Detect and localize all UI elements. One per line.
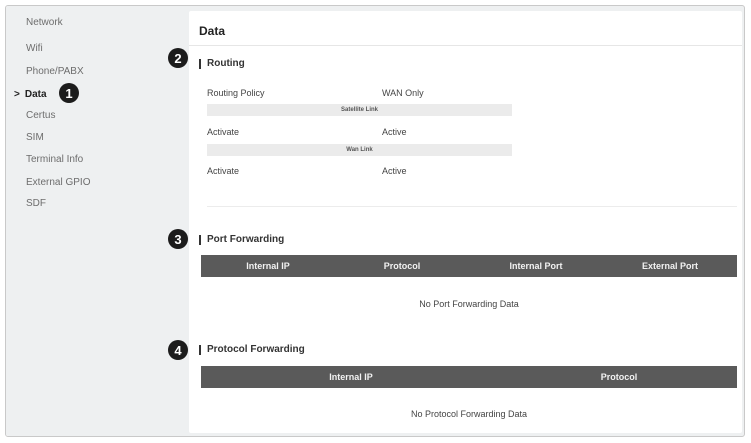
sidebar-item-sdf[interactable]: SDF bbox=[26, 198, 46, 209]
sidebar-item-sim[interactable]: SIM bbox=[26, 132, 44, 143]
routing-policy-label: Routing Policy bbox=[207, 88, 265, 98]
protocol-forwarding-section-title: Protocol Forwarding bbox=[199, 345, 305, 355]
sidebar-item-wifi[interactable]: Wifi bbox=[26, 43, 43, 54]
page-title: Data bbox=[199, 24, 226, 38]
callout-badge-1: 1 bbox=[59, 83, 79, 103]
satellite-activate-label: Activate bbox=[207, 127, 240, 137]
routing-divider bbox=[207, 206, 737, 207]
column-header-internal-port[interactable]: Internal Port bbox=[469, 255, 603, 277]
protocol-forwarding-table-header: Internal IP Protocol bbox=[201, 366, 737, 388]
sidebar-item-label: Phone/PABX bbox=[26, 66, 84, 77]
sidebar-item-terminal-info[interactable]: Terminal Info bbox=[26, 154, 83, 165]
protocol-forwarding-empty-message: No Protocol Forwarding Data bbox=[410, 409, 528, 419]
sidebar-item-label: Terminal Info bbox=[26, 154, 84, 165]
callout-badge-3: 3 bbox=[168, 229, 188, 249]
main-panel: Data Routing Routing Policy WAN Only Sat… bbox=[189, 11, 742, 433]
port-forwarding-table-header: Internal IP Protocol Internal Port Exter… bbox=[201, 255, 737, 277]
wan-activate-value: Active bbox=[382, 166, 407, 176]
app-frame: Network Wifi Phone/PABX > Data Certus SIM… bbox=[5, 5, 745, 437]
column-header-protocol[interactable]: Protocol bbox=[335, 255, 469, 277]
sidebar: Network Wifi Phone/PABX > Data Certus SIM… bbox=[6, 6, 186, 436]
sidebar-item-label: SDF bbox=[26, 198, 46, 209]
port-forwarding-section-title: Port Forwarding bbox=[199, 235, 284, 245]
sidebar-item-label: SIM bbox=[26, 132, 44, 143]
sidebar-item-data[interactable]: > Data bbox=[14, 89, 47, 100]
sidebar-item-network[interactable]: Network bbox=[26, 17, 63, 28]
column-header-protocol[interactable]: Protocol bbox=[501, 366, 737, 388]
sidebar-item-phone-pabx[interactable]: Phone/PABX bbox=[26, 66, 84, 77]
sidebar-item-label: Wifi bbox=[26, 43, 43, 54]
column-header-external-port[interactable]: External Port bbox=[603, 255, 737, 277]
column-header-internal-ip[interactable]: Internal IP bbox=[201, 255, 335, 277]
sidebar-item-label: External GPIO bbox=[26, 177, 91, 188]
satellite-activate-value: Active bbox=[382, 127, 407, 137]
column-header-internal-ip[interactable]: Internal IP bbox=[201, 366, 501, 388]
callout-badge-2: 2 bbox=[168, 48, 188, 68]
satellite-link-header: Satellite Link bbox=[207, 104, 512, 116]
sidebar-item-certus[interactable]: Certus bbox=[26, 110, 55, 121]
title-divider bbox=[189, 45, 742, 46]
sidebar-item-label: Certus bbox=[26, 110, 56, 121]
wan-activate-label: Activate bbox=[207, 166, 240, 176]
callout-badge-4: 4 bbox=[168, 340, 188, 360]
sidebar-item-external-gpio[interactable]: External GPIO bbox=[26, 177, 90, 188]
wan-link-header: Wan Link bbox=[207, 144, 512, 156]
routing-policy-value: WAN Only bbox=[382, 88, 424, 98]
port-forwarding-empty-message: No Port Forwarding Data bbox=[419, 299, 519, 309]
routing-section-title: Routing bbox=[199, 59, 245, 69]
sidebar-item-label: Network bbox=[26, 17, 63, 28]
sidebar-item-label: Data bbox=[24, 89, 47, 100]
chevron-right-icon: > bbox=[14, 89, 20, 100]
